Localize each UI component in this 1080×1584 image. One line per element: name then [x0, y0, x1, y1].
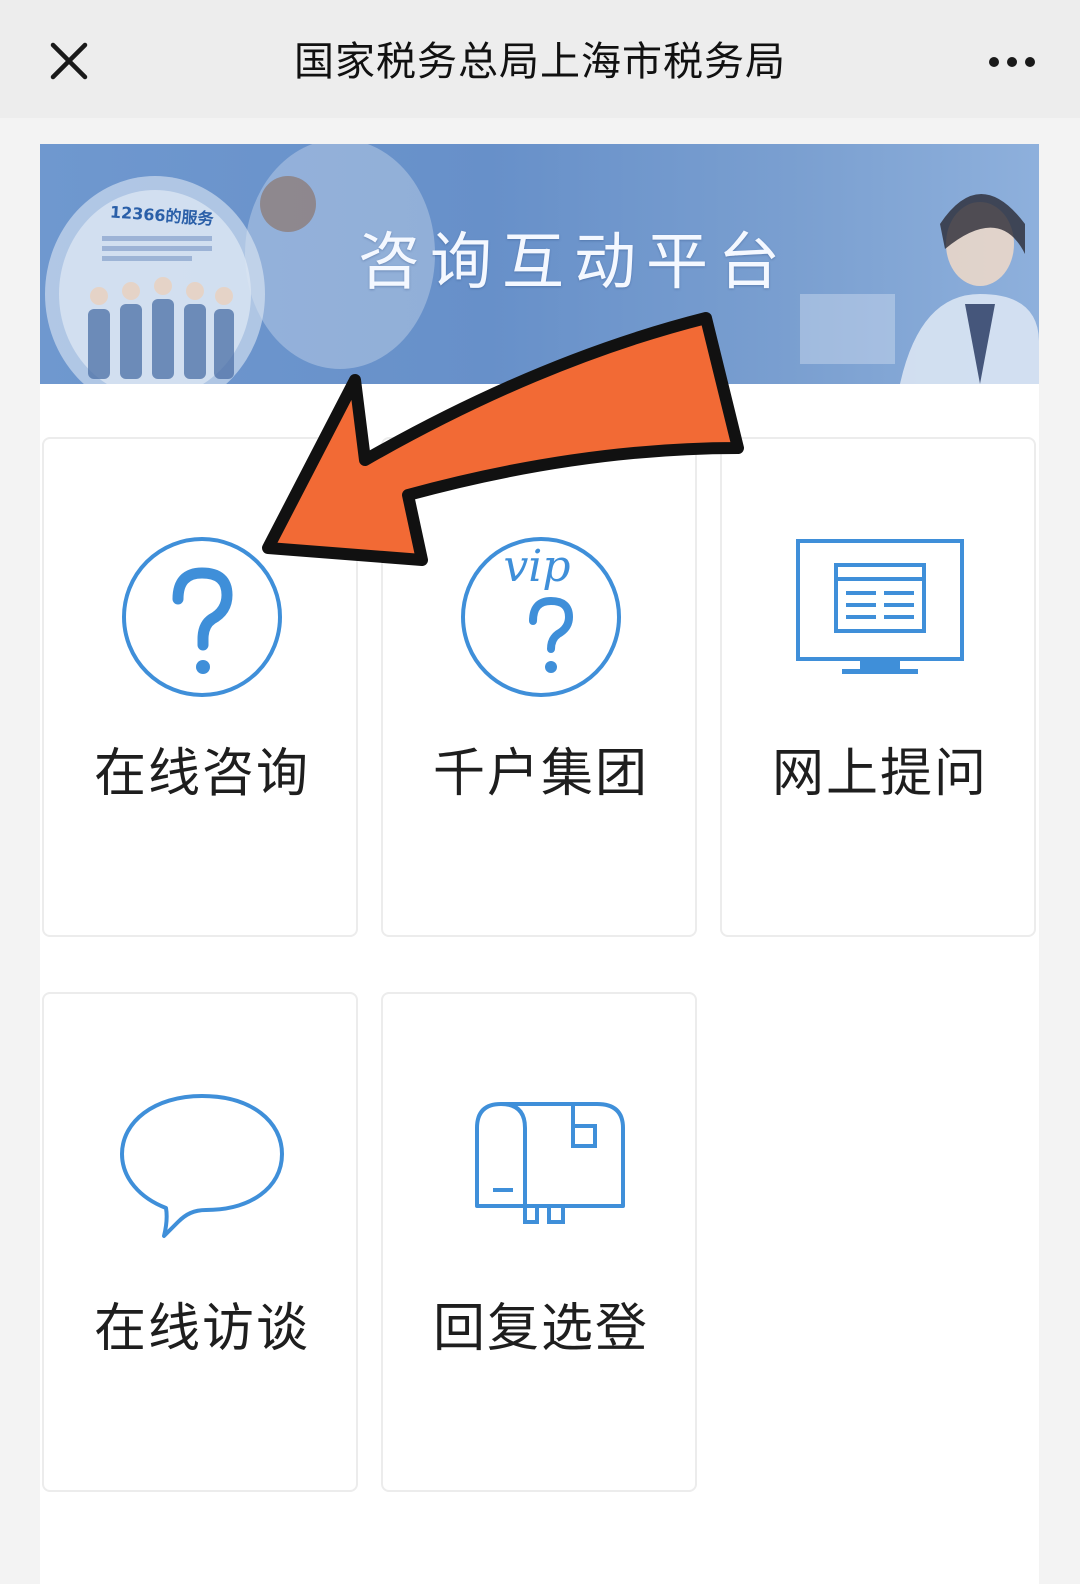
- tile-label: 在线访谈: [93, 1299, 310, 1359]
- vip-question-circle-icon: vip: [461, 537, 621, 697]
- more-horizontal-icon: [989, 57, 1035, 67]
- tile-label: 在线咨询: [93, 744, 310, 804]
- close-icon: [50, 42, 88, 80]
- monitor-icon: [796, 539, 964, 674]
- speech-bubble-icon: [120, 1094, 284, 1238]
- more-button[interactable]: [978, 40, 1048, 84]
- tile-label: 网上提问: [771, 744, 988, 804]
- page-title: 国家税务总局上海市税务局: [294, 39, 786, 85]
- tile-large-enterprise[interactable]: vip 千户集团: [381, 437, 697, 937]
- svg-text:vip: vip: [503, 541, 570, 592]
- tile-online-question[interactable]: 网上提问: [720, 437, 1036, 937]
- title-bar: 国家税务总局上海市税务局: [0, 0, 1080, 118]
- tile-label: 回复选登: [432, 1299, 649, 1359]
- question-circle-icon: [122, 537, 282, 697]
- close-button[interactable]: [40, 32, 98, 90]
- content-card: 12366的服务 咨询互动平台 在线咨询 vip 千户集团 网上提问 在线访谈 …: [40, 144, 1039, 1584]
- banner-title: 咨询互动平台: [358, 225, 791, 298]
- banner: 12366的服务 咨询互动平台: [40, 144, 1039, 384]
- tile-online-consult[interactable]: 在线咨询: [42, 437, 358, 937]
- tile-online-interview[interactable]: 在线访谈: [42, 992, 358, 1492]
- tile-label: 千户集团: [432, 744, 649, 804]
- tile-reply-selection[interactable]: 回复选登: [381, 992, 697, 1492]
- mailbox-icon: [475, 1102, 625, 1224]
